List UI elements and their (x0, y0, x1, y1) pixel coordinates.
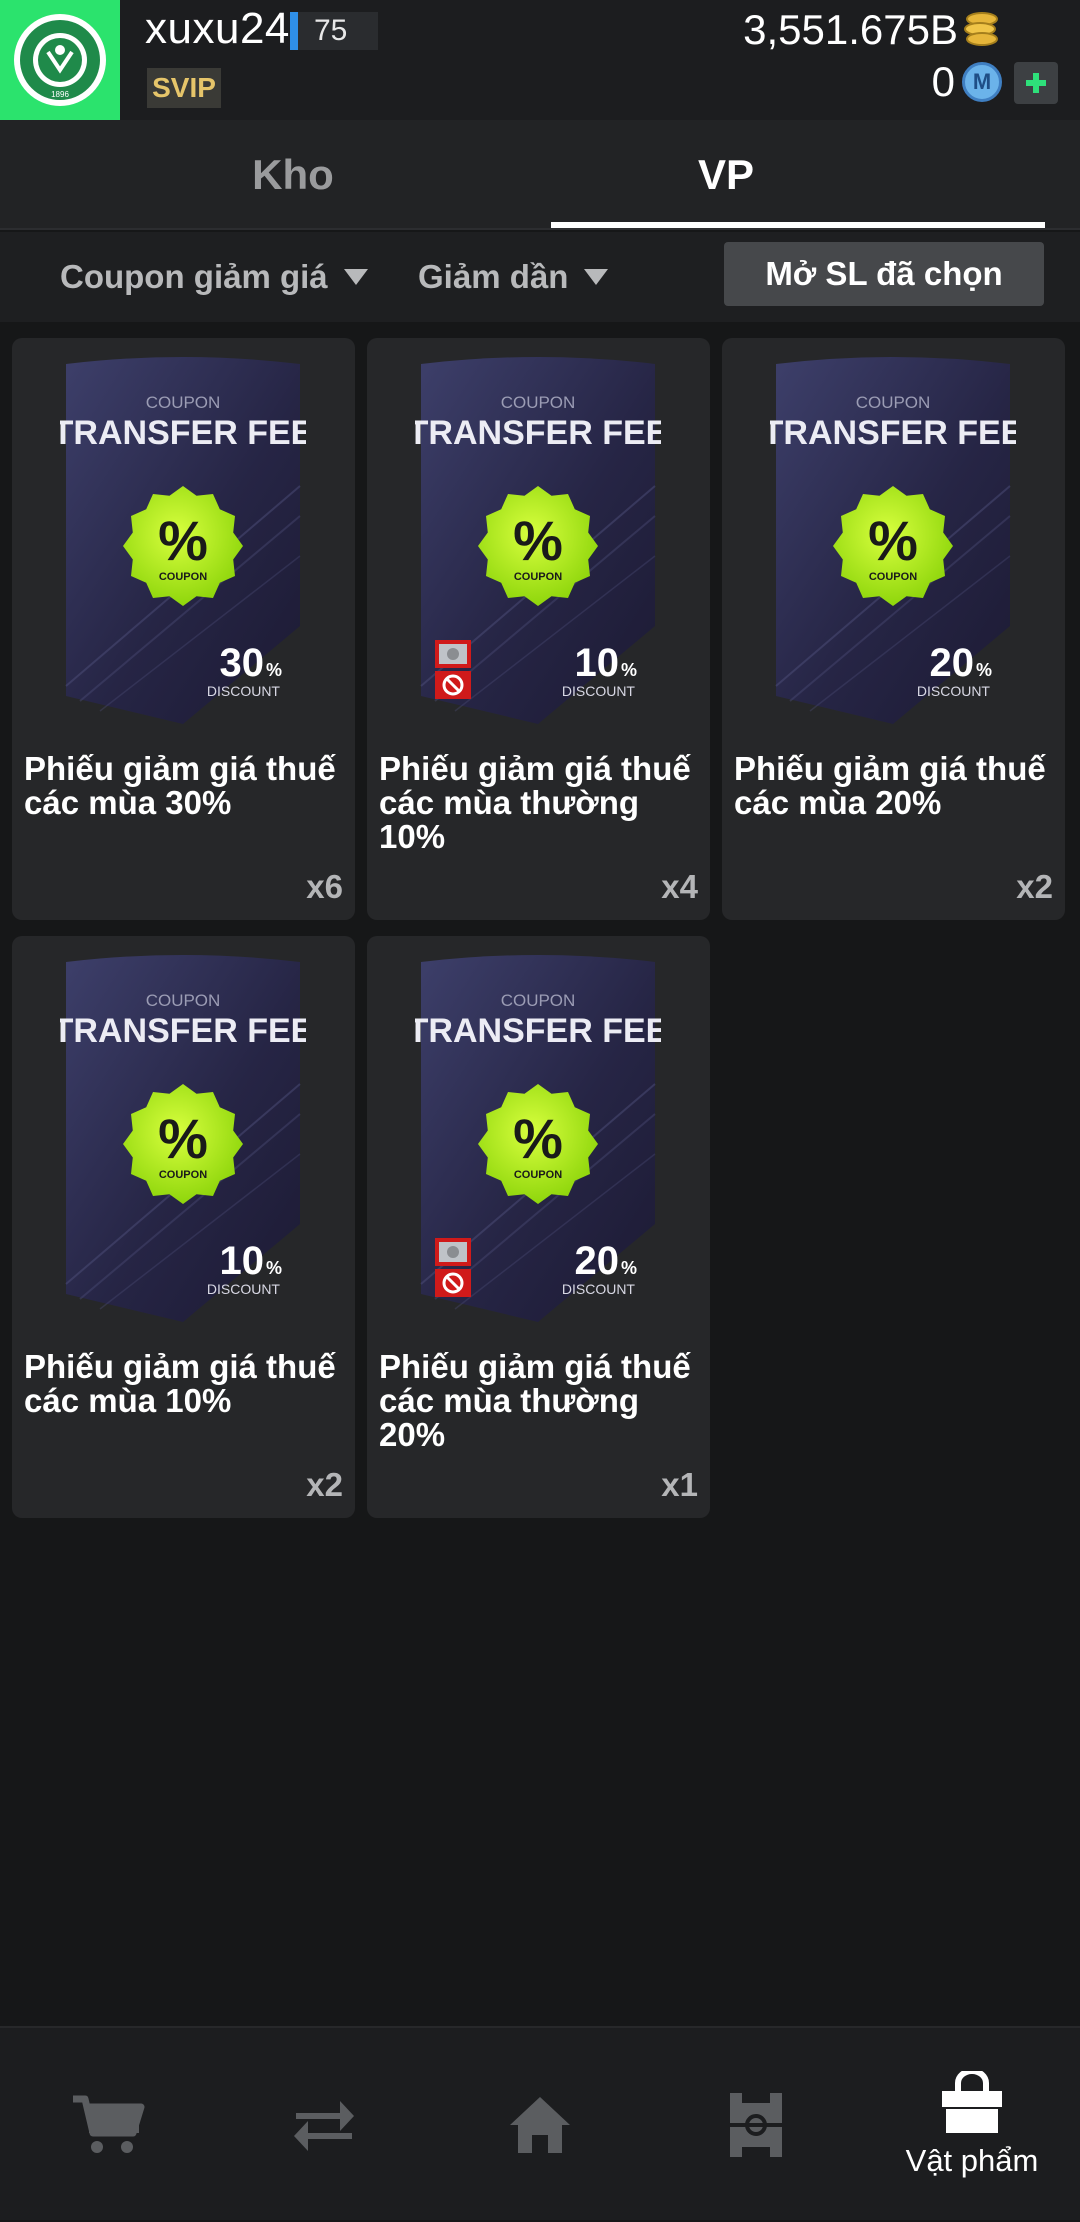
coupon-badge-symbol: % (158, 509, 208, 572)
coupon-card-image: COUPON TRANSFER FEE % COUPON 30 % DISCOU… (60, 357, 306, 724)
coupon-art-top-word: COUPON (146, 393, 221, 412)
dropdown-arrow-icon (343, 269, 368, 285)
coupon-item-title: Phiếu giảm giá thuế các mùa 20% (734, 750, 1046, 821)
coupon-discount-word: DISCOUNT (917, 683, 991, 699)
coupon-badge-word: COUPON (869, 571, 917, 583)
coupon-art-top-word: COUPON (146, 991, 221, 1010)
mpoint-icon: M (962, 62, 1002, 102)
mpoint-balance: 0 (931, 58, 955, 105)
coupon-badge-symbol: % (158, 1107, 208, 1170)
coupon-item-title: Phiếu giảm giá thuế các mùa thường 20% (379, 1348, 691, 1453)
level-bar (290, 12, 298, 50)
transfer-icon (294, 2101, 354, 2151)
club-crest-icon: 1896 (14, 14, 106, 106)
nav-items-label: Vật phẩm (905, 2143, 1039, 2178)
nav-shop[interactable] (0, 2028, 216, 2222)
level-value: 75 (314, 14, 348, 47)
coupon-badge-symbol: % (513, 509, 563, 572)
untradeable-badge-icon (435, 640, 471, 699)
coupon-item-card[interactable]: COUPON TRANSFER FEE % COUPON 10 % DISCOU… (12, 936, 355, 1518)
coupon-art-main-word: TRANSFER FEE (770, 414, 1016, 452)
coupon-discount-percent: % (266, 1258, 282, 1278)
coupon-badge-symbol: % (513, 1107, 563, 1170)
open-selected-button[interactable]: Mở SL đã chọn (724, 242, 1044, 306)
club-badge[interactable]: 1896 (0, 0, 120, 120)
filter-bar: Coupon giảm giá Giảm dần Mở SL đã chọn (0, 232, 1080, 322)
bottom-nav: Vật phẩm (0, 2026, 1080, 2220)
dropdown-arrow-icon (584, 269, 609, 285)
nav-home[interactable] (432, 2028, 648, 2222)
username: xuxu24 (145, 4, 290, 53)
coupon-art-top-word: COUPON (501, 991, 576, 1010)
coupon-discount-value: 30 (220, 641, 265, 685)
squad-pitch-icon (730, 2093, 782, 2157)
coupon-discount-percent: % (266, 660, 282, 680)
coupon-item-title: Phiếu giảm giá thuế các mùa 30% (24, 750, 336, 821)
coupon-discount-percent: % (621, 1258, 637, 1278)
sort-dropdown-label: Giảm dần (418, 258, 569, 295)
shopping-bag-icon (942, 2071, 1002, 2133)
plus-icon (1026, 73, 1046, 93)
level-indicator: 75 (290, 12, 378, 50)
coupon-art-main-word: TRANSFER FEE (415, 414, 661, 452)
home-icon (510, 2097, 570, 2153)
coupon-art-main-word: TRANSFER FEE (60, 414, 306, 452)
coupon-card-image: COUPON TRANSFER FEE % COUPON 10 % DISCOU… (60, 955, 306, 1322)
coupon-badge-word: COUPON (514, 1169, 562, 1181)
coupon-item-card[interactable]: COUPON TRANSFER FEE % COUPON 10 % DISCOU… (367, 338, 710, 920)
coupon-discount-value: 10 (220, 1239, 265, 1283)
coupon-art-main-word: TRANSFER FEE (415, 1012, 661, 1050)
coupon-item-quantity: x2 (1016, 868, 1053, 905)
nav-squad[interactable] (648, 2028, 864, 2222)
coupon-item-title: Phiếu giảm giá thuế các mùa 10% (24, 1348, 336, 1419)
coupon-item-card[interactable]: COUPON TRANSFER FEE % COUPON 30 % DISCOU… (12, 338, 355, 920)
coupon-discount-word: DISCOUNT (562, 1281, 636, 1297)
coupon-discount-word: DISCOUNT (207, 1281, 281, 1297)
nav-items[interactable]: Vật phẩm (864, 2028, 1080, 2222)
coupon-item-title: Phiếu giảm giá thuế các mùa thường 10% (379, 750, 691, 855)
untradeable-badge-icon (435, 1238, 471, 1297)
add-mpoint-button[interactable] (1014, 62, 1058, 104)
coupon-art-top-word: COUPON (856, 393, 931, 412)
coupon-discount-word: DISCOUNT (562, 683, 636, 699)
coins-icon (964, 12, 998, 46)
coupon-badge-word: COUPON (159, 571, 207, 583)
top-bar: 1896 xuxu24 75 SVIP 3,551.675B 0 M (0, 0, 1080, 120)
tab-vp[interactable]: VP (551, 120, 901, 230)
category-dropdown-label: Coupon giảm giá (60, 258, 328, 295)
coupon-card-image: COUPON TRANSFER FEE % COUPON 20 % DISCOU… (770, 357, 1016, 724)
coupon-item-quantity: x1 (661, 1466, 698, 1503)
coupon-item-card[interactable]: COUPON TRANSFER FEE % COUPON 20 % DISCOU… (722, 338, 1065, 920)
tab-bar: Kho VP (0, 120, 1080, 230)
item-grid: COUPON TRANSFER FEE % COUPON 30 % DISCOU… (12, 338, 1072, 1518)
coupon-item-quantity: x2 (306, 1466, 343, 1503)
cart-icon (73, 2095, 145, 2153)
coupon-badge-word: COUPON (159, 1169, 207, 1181)
coupon-art-main-word: TRANSFER FEE (60, 1012, 306, 1050)
vip-badge[interactable]: SVIP (147, 68, 221, 108)
category-dropdown[interactable]: Coupon giảm giá (60, 232, 368, 322)
club-badge-year: 1896 (51, 90, 69, 99)
coupon-item-quantity: x4 (661, 868, 698, 905)
coupon-badge-word: COUPON (514, 571, 562, 583)
nav-transfer[interactable] (216, 2028, 432, 2222)
coupon-art-top-word: COUPON (501, 393, 576, 412)
coupon-discount-percent: % (976, 660, 992, 680)
coupon-discount-value: 10 (575, 641, 620, 685)
coupon-badge-symbol: % (868, 509, 918, 572)
coupon-discount-percent: % (621, 660, 637, 680)
coupon-discount-value: 20 (575, 1239, 620, 1283)
active-tab-underline (551, 222, 1045, 228)
coupon-item-quantity: x6 (306, 868, 343, 905)
coupon-discount-value: 20 (930, 641, 975, 685)
coupon-item-card[interactable]: COUPON TRANSFER FEE % COUPON 20 % DISCOU… (367, 936, 710, 1518)
coin-balance: 3,551.675B (743, 6, 958, 53)
coupon-discount-word: DISCOUNT (207, 683, 281, 699)
sort-dropdown[interactable]: Giảm dần (418, 232, 609, 322)
tab-kho[interactable]: Kho (118, 120, 468, 230)
